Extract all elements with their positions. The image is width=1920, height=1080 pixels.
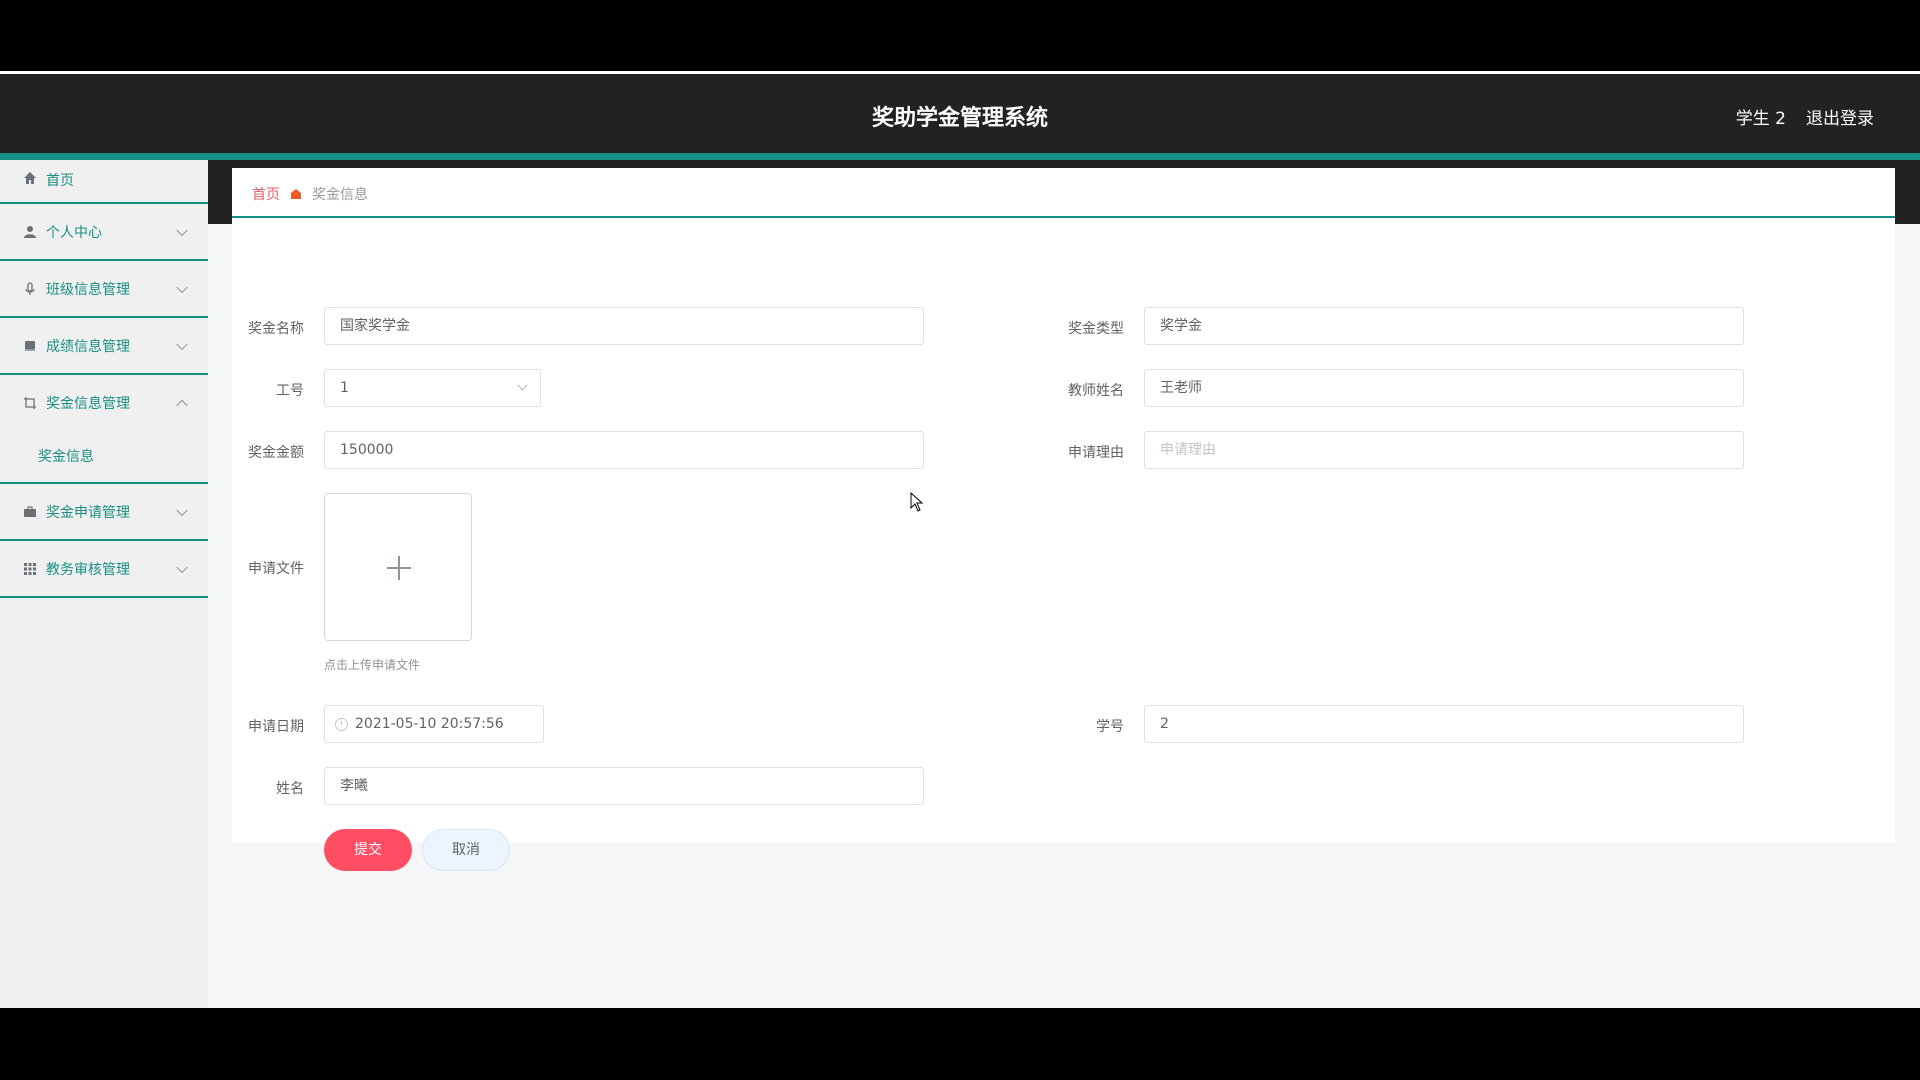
reason-input[interactable]: 申请理由 [1144, 431, 1744, 469]
award-type-label: 奖金类型 [1068, 321, 1124, 337]
sidebar-item-grade-info[interactable]: 成绩信息管理 [0, 318, 208, 375]
teacher-name-input[interactable]: 王老师 [1144, 369, 1744, 407]
sidebar-item-label: 班级信息管理 [46, 281, 130, 298]
breadcrumb-divider [232, 216, 1895, 218]
name-label: 姓名 [276, 781, 304, 797]
briefcase-icon [22, 504, 38, 520]
student-no-input[interactable]: 2 [1144, 705, 1744, 743]
amount-input[interactable]: 150000 [324, 431, 924, 469]
job-no-value: 1 [340, 380, 349, 396]
sidebar-item-academic-review[interactable]: 教务审核管理 [0, 541, 208, 598]
clock-icon [335, 718, 348, 731]
upload-tip: 点击上传申请文件 [324, 658, 421, 672]
app-window: 奖助学金管理系统 学生 2 退出登录 首页 个人中心 班级信息管理 成绩信息管理… [0, 71, 1920, 1008]
grid-icon [22, 561, 38, 577]
sidebar: 首页 个人中心 班级信息管理 成绩信息管理 奖金信息管理 奖金信息 奖金申请管理… [0, 160, 208, 1008]
sidebar-item-award-application[interactable]: 奖金申请管理 [0, 484, 208, 541]
sidebar-subitem-award-info[interactable]: 奖金信息 [0, 430, 208, 484]
file-label: 申请文件 [248, 561, 304, 577]
award-type-input[interactable]: 奖学金 [1144, 307, 1744, 345]
chevron-down-icon [517, 380, 528, 391]
breadcrumb-current: 奖金信息 [312, 187, 368, 203]
job-no-label: 工号 [276, 383, 304, 399]
chevron-down-icon [176, 504, 188, 516]
teacher-name-label: 教师姓名 [1068, 383, 1124, 399]
sidebar-item-label: 成绩信息管理 [46, 338, 130, 355]
sidebar-item-label: 奖金申请管理 [46, 504, 130, 521]
award-name-label: 奖金名称 [248, 321, 304, 337]
sidebar-item-label: 首页 [46, 173, 74, 189]
sidebar-item-class-info[interactable]: 班级信息管理 [0, 261, 208, 318]
job-no-select[interactable]: 1 [324, 369, 541, 407]
sidebar-item-label: 教务审核管理 [46, 561, 130, 578]
main-content: 首页 奖金信息 奖金名称 国家奖学金 奖金类型 奖学金 工号 1 教师姓名 王老… [232, 168, 1895, 871]
chevron-down-icon [176, 338, 188, 350]
plus-icon-vertical [398, 556, 400, 580]
sidebar-item-label: 个人中心 [46, 224, 102, 241]
chevron-down-icon [176, 561, 188, 573]
submit-button[interactable]: 提交 [324, 829, 412, 871]
sidebar-item-home[interactable]: 首页 [0, 160, 208, 204]
home-icon [22, 170, 38, 186]
breadcrumb-home[interactable]: 首页 [252, 184, 280, 204]
sidebar-item-personal-center[interactable]: 个人中心 [0, 204, 208, 261]
user-icon [22, 224, 38, 240]
reason-label: 申请理由 [1068, 445, 1124, 461]
award-name-input[interactable]: 国家奖学金 [324, 307, 924, 345]
date-label: 申请日期 [248, 719, 304, 735]
crop-icon [22, 395, 38, 411]
chevron-up-icon [176, 399, 188, 411]
sidebar-item-award-info[interactable]: 奖金信息管理 [0, 375, 208, 430]
date-value: 2021-05-10 20:57:56 [355, 716, 504, 732]
home-icon [290, 188, 302, 200]
breadcrumb: 首页 奖金信息 [252, 184, 368, 204]
book-icon [22, 338, 38, 354]
file-upload[interactable] [324, 493, 472, 641]
student-no-label: 学号 [1096, 719, 1124, 735]
cancel-button[interactable]: 取消 [422, 829, 510, 871]
chevron-down-icon [176, 224, 188, 236]
microphone-icon [22, 281, 38, 297]
amount-label: 奖金金额 [248, 445, 304, 461]
mouse-cursor-icon [910, 492, 924, 512]
app-title: 奖助学金管理系统 [871, 106, 1048, 131]
sidebar-item-label: 奖金信息管理 [46, 395, 130, 412]
date-picker[interactable]: 2021-05-10 20:57:56 [324, 705, 544, 743]
accent-bar [0, 153, 1920, 160]
logout-link[interactable]: 退出登录 [1806, 104, 1874, 129]
current-user: 学生 2 [1735, 109, 1786, 129]
name-input[interactable]: 李曦 [324, 767, 924, 805]
chevron-down-icon [176, 281, 188, 293]
